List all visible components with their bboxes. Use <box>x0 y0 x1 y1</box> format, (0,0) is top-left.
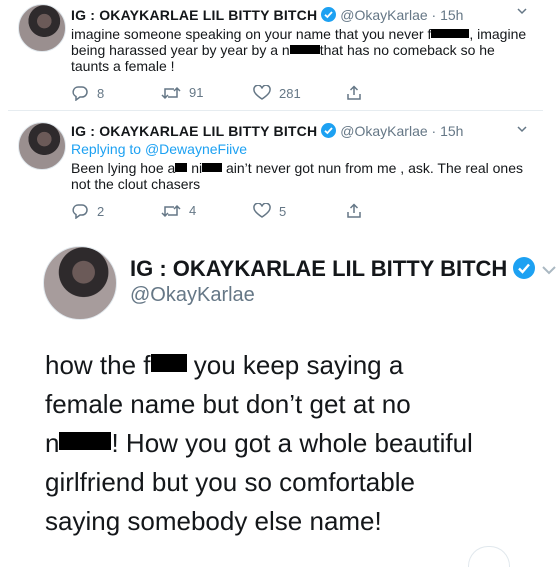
verified-badge-icon <box>513 257 536 279</box>
avatar <box>43 246 117 320</box>
share-icon <box>347 203 361 218</box>
reply-button[interactable]: 2 <box>71 203 104 219</box>
avatar[interactable] <box>18 122 66 170</box>
chevron-down-icon[interactable] <box>516 4 528 20</box>
tweet-header: IG : OKAYKARLAE LIL BITTY BITCH @OkayKarl… <box>71 123 463 139</box>
like-count: 281 <box>279 85 301 101</box>
text-line: girlfriend but you so comfortable <box>45 467 415 497</box>
user-handle[interactable]: @OkayKarlae <box>340 123 427 139</box>
retweet-button[interactable]: 91 <box>161 85 203 100</box>
redaction-bar <box>289 45 320 54</box>
verified-badge-icon <box>321 123 337 138</box>
share-button[interactable] <box>346 85 362 101</box>
redaction-bar <box>202 163 223 172</box>
reply-count: 8 <box>97 85 105 101</box>
text-line: how the f you keep saying a <box>45 350 404 380</box>
display-name: IG : OKAYKARLAE LIL BITTY BITCH <box>130 256 508 281</box>
reply-button[interactable]: 8 <box>71 85 104 101</box>
heart-icon <box>253 85 271 100</box>
heart-icon <box>253 203 271 218</box>
tweet[interactable]: IG : OKAYKARLAE LIL BITTY BITCH @OkayKarl… <box>8 118 538 226</box>
share-button[interactable] <box>346 203 362 219</box>
reply-count: 2 <box>97 203 105 219</box>
redaction-bar <box>431 29 470 38</box>
like-count: 5 <box>279 203 287 219</box>
separator-dot: · <box>431 123 437 139</box>
display-name[interactable]: IG : OKAYKARLAE LIL BITTY BITCH <box>71 7 317 23</box>
display-name[interactable]: IG : OKAYKARLAE LIL BITTY BITCH <box>71 123 317 139</box>
retweet-icon <box>161 86 181 99</box>
zoomed-tweet-text: how the f you keep saying a female name … <box>45 346 545 541</box>
separator-dot: · <box>431 7 437 23</box>
text-line: n! How you got a whole beautiful <box>45 428 473 458</box>
retweet-count: 91 <box>189 85 204 100</box>
replying-prefix: Replying to <box>71 141 145 157</box>
like-button[interactable]: 5 <box>253 203 286 219</box>
reply-icon <box>72 204 88 219</box>
text-line: female name but don’t get at no <box>45 389 411 419</box>
tweet-text: imagine someone speaking on your name th… <box>71 26 527 74</box>
like-button[interactable]: 281 <box>253 85 301 101</box>
share-icon <box>347 85 361 100</box>
replying-to: Replying to @DewayneFiive <box>71 141 536 157</box>
redaction-bar <box>150 354 187 372</box>
user-handle: @OkayKarlae <box>130 284 255 306</box>
redaction-bar <box>59 432 112 450</box>
verified-badge-icon <box>321 7 337 22</box>
retweet-button[interactable]: 4 <box>161 203 196 218</box>
reply-icon <box>72 86 88 101</box>
tweet[interactable]: IG : OKAYKARLAE LIL BITTY BITCH @OkayKarl… <box>8 0 538 108</box>
chevron-down-icon <box>541 256 557 282</box>
zoomed-tweet-image: IG : OKAYKARLAE LIL BITTY BITCH @OkayKar… <box>0 238 557 567</box>
partial-icon <box>468 546 510 567</box>
retweet-icon <box>161 204 181 217</box>
user-handle[interactable]: @OkayKarlae <box>340 7 427 23</box>
tweet-text: Been lying hoe a ni ain’t never got nun … <box>71 160 524 192</box>
replying-to-link[interactable]: @DewayneFiive <box>145 141 247 157</box>
chevron-down-icon[interactable] <box>516 122 528 138</box>
zoomed-header: IG : OKAYKARLAE LIL BITTY BITCH <box>130 256 557 282</box>
redaction-bar <box>175 163 188 172</box>
retweet-count: 4 <box>189 203 197 218</box>
text-line: saying somebody else name! <box>45 506 382 536</box>
tweet-divider <box>8 110 543 111</box>
timestamp[interactable]: 15h <box>440 123 463 139</box>
tweet-header: IG : OKAYKARLAE LIL BITTY BITCH @OkayKarl… <box>71 7 463 23</box>
avatar[interactable] <box>18 4 66 52</box>
timestamp[interactable]: 15h <box>440 7 463 23</box>
